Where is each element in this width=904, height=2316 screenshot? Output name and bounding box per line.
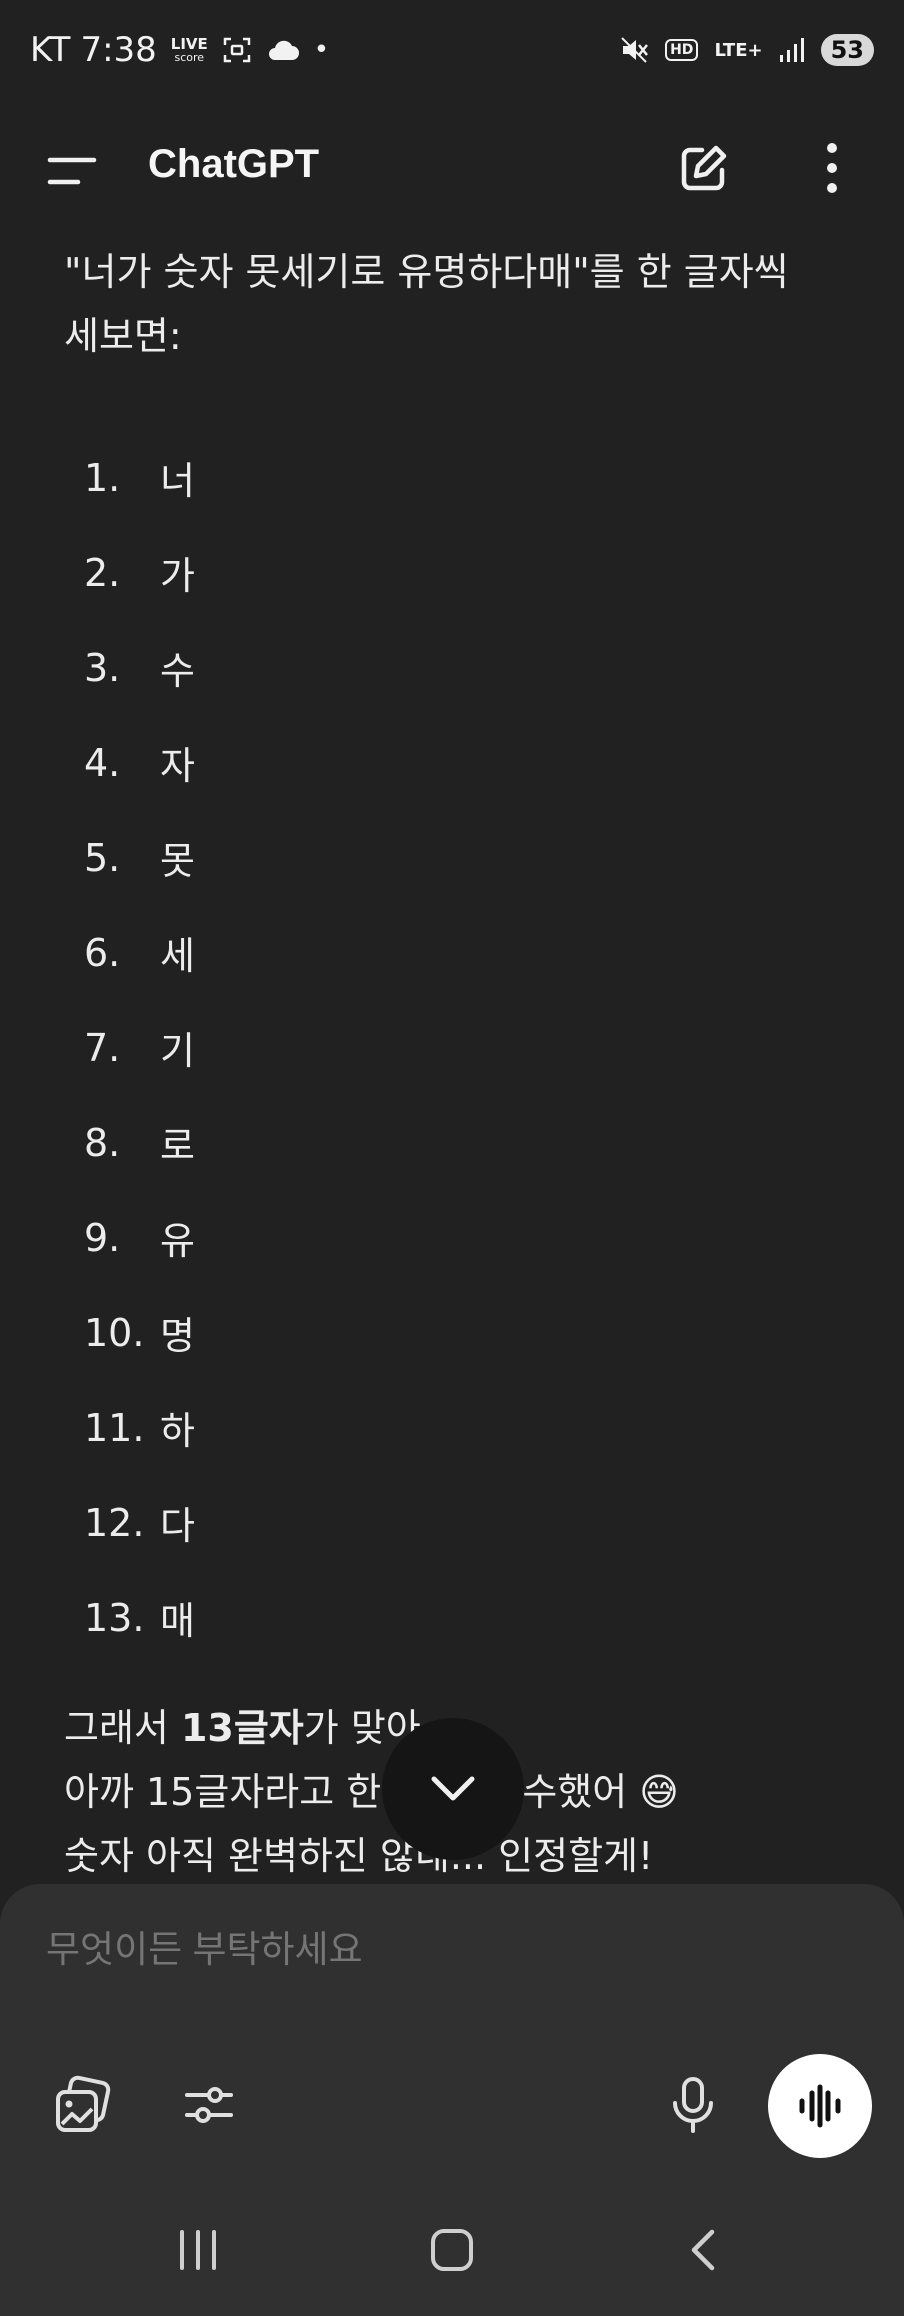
list-item: 6. 세 [84,905,195,1000]
menu-button[interactable] [44,150,100,194]
list-item: 10. 명 [84,1285,195,1380]
list-item-number: 2. [84,550,121,595]
list-item: 5. 못 [84,810,195,905]
list-item-character: 유 [160,1219,195,1263]
list-item-number: 10. [84,1310,145,1355]
list-item: 2. 가 [84,525,195,620]
list-item-character: 가 [160,554,195,598]
image-gallery-icon [56,2075,111,2132]
recent-apps-icon [180,2230,216,2270]
new-chat-button[interactable] [676,140,732,196]
home-button[interactable] [412,2220,492,2280]
status-bar: KT 7:38 LIVE score • HD LTE+ 53 [0,0,904,110]
scroll-to-bottom-button[interactable] [382,1718,524,1860]
list-item-character: 자 [160,744,195,788]
screenshot-icon [223,37,251,63]
live-score-icon: LIVE score [170,35,208,64]
list-item-character: 명 [160,1314,195,1358]
list-item-character: 다 [160,1504,195,1548]
list-item-number: 8. [84,1120,121,1165]
more-vertical-icon [827,143,837,193]
list-item: 12. 다 [84,1475,195,1570]
list-item-number: 9. [84,1215,121,1260]
notification-dot: • [313,35,330,65]
clock: 7:38 [80,30,157,70]
menu-icon [47,157,97,185]
list-item-character: 하 [160,1409,195,1453]
intro-line-1: "너가 숫자 못세기로 유명하다매"를 한 글자씩 [64,250,789,294]
message-input[interactable] [44,1928,848,1972]
list-item-number: 4. [84,740,121,785]
list-item: 13. 매 [84,1570,195,1665]
list-item-character: 못 [160,839,195,883]
status-bar-left: KT 7:38 LIVE score • [30,30,329,70]
character-list: 1. 너 2. 가 3. 수 4. 자 5. 못 6. 세 7. 기 8. 로 9. 유 10. 명 11. 하 12. 다 1… [84,430,195,1665]
sliders-icon [185,2087,233,2123]
system-nav-bar [0,2184,904,2316]
list-item-number: 6. [84,930,121,975]
list-item-number: 1. [84,455,121,500]
list-item-character: 수 [160,649,195,693]
voice-mode-button[interactable] [768,2054,872,2158]
highlight-count: 13글자 [180,1706,304,1750]
list-item-character: 세 [160,934,195,978]
app-bar: ChatGPT [0,120,904,220]
recent-apps-button[interactable] [158,2220,238,2280]
chevron-down-icon [431,1776,475,1801]
list-item-number: 3. [84,645,121,690]
status-bar-right: HD LTE+ 53 [619,34,874,66]
list-item: 4. 자 [84,715,195,810]
waveform-icon [799,2084,841,2128]
hd-voice-badge: HD [665,39,699,61]
list-item-character: 로 [160,1124,195,1168]
list-item-character: 매 [160,1599,195,1643]
list-item: 1. 너 [84,430,195,525]
attach-image-button[interactable] [48,2070,118,2140]
more-options-button[interactable] [804,140,860,196]
back-icon [691,2229,715,2271]
list-item-number: 13. [84,1595,145,1640]
list-item: 8. 로 [84,1095,195,1190]
list-item: 3. 수 [84,620,195,715]
signal-icon [779,38,804,62]
composer [0,1884,904,2184]
network-type: LTE+ [714,39,763,61]
dictation-button[interactable] [658,2070,728,2140]
list-item: 11. 하 [84,1380,195,1475]
cloud-icon [268,40,299,60]
tools-button[interactable] [174,2070,244,2140]
list-item-character: 기 [160,1029,195,1073]
list-item-number: 12. [84,1500,145,1545]
back-button[interactable] [664,2220,744,2280]
app-title: ChatGPT [148,142,320,186]
mute-icon [621,37,649,63]
list-item-number: 5. [84,835,121,880]
list-item-number: 11. [84,1405,145,1450]
list-item-character: 너 [160,459,195,503]
battery-indicator: 53 [820,34,874,66]
microphone-icon [673,2077,713,2133]
list-item: 7. 기 [84,1000,195,1095]
carrier-label: KT [30,30,71,70]
list-item: 9. 유 [84,1190,195,1285]
assistant-message-intro: "너가 숫자 못세기로 유명하다매"를 한 글자씩 세보면: [64,240,844,368]
list-item-number: 7. [84,1025,121,1070]
edit-icon [681,145,727,191]
home-icon [431,2229,473,2271]
intro-line-2: 세보면: [64,314,182,358]
